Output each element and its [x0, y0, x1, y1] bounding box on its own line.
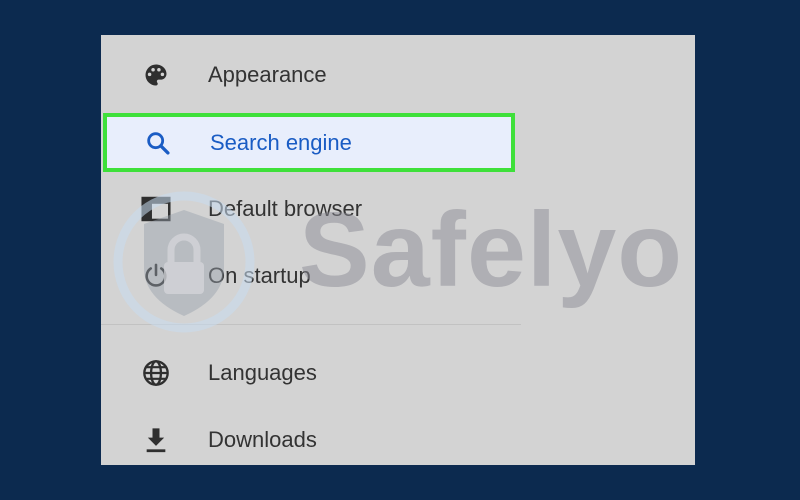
search-icon	[143, 128, 173, 158]
globe-icon	[141, 358, 171, 388]
browser-window-icon	[141, 194, 171, 224]
menu-item-label: Search engine	[210, 129, 352, 155]
menu-item-search-engine[interactable]: Search engine	[103, 113, 515, 172]
menu-item-label: Appearance	[208, 62, 327, 87]
download-icon	[141, 425, 171, 455]
settings-menu-panel: Appearance Search engine Default browser	[101, 35, 695, 465]
menu-item-label: Default browser	[208, 196, 363, 221]
menu-divider	[101, 324, 521, 325]
menu-item-downloads[interactable]: Downloads	[101, 410, 521, 465]
power-icon	[141, 261, 171, 291]
menu-item-label: Languages	[208, 360, 317, 385]
menu-item-appearance[interactable]: Appearance	[101, 45, 521, 105]
menu-item-languages[interactable]: Languages	[101, 343, 521, 403]
menu-item-label: On startup	[208, 263, 311, 288]
menu-item-default-browser[interactable]: Default browser	[101, 179, 521, 239]
menu-item-on-startup[interactable]: On startup	[101, 246, 521, 306]
menu-item-label: Downloads	[208, 427, 317, 452]
palette-icon	[141, 60, 171, 90]
